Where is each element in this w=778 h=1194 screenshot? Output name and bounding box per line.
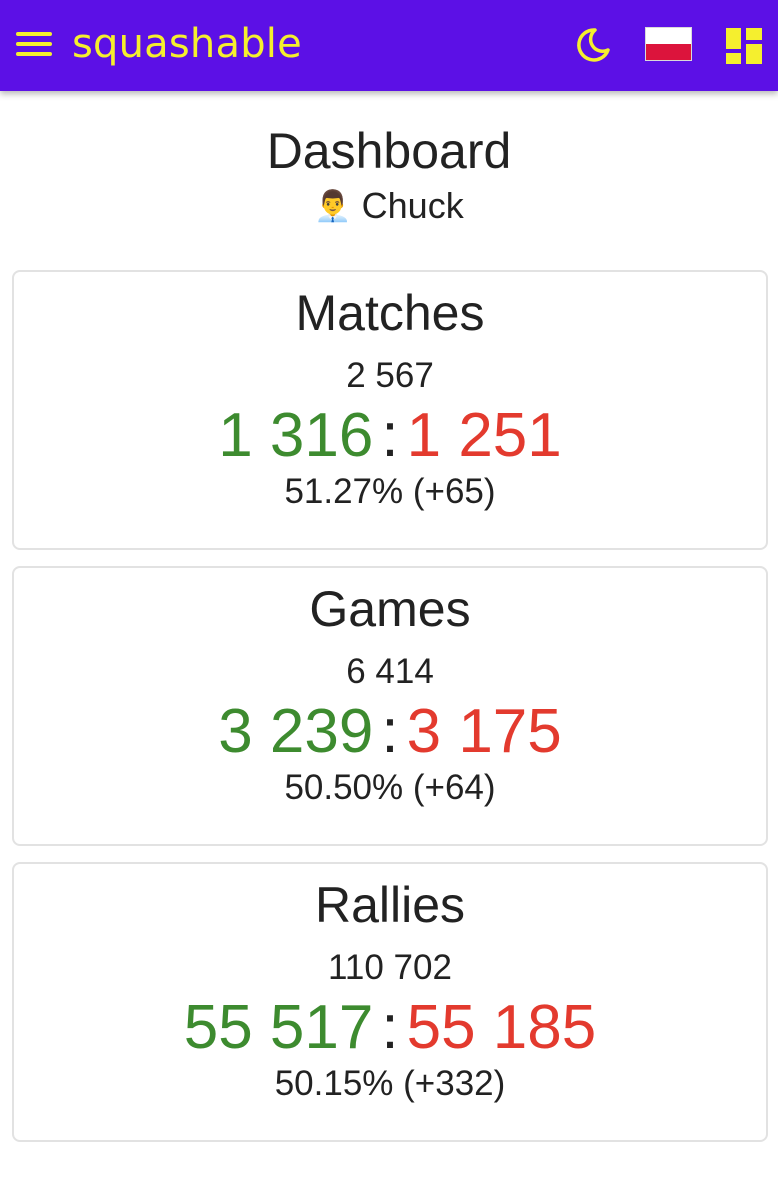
rallies-card: Rallies 110 702 55 517:55 185 50.15% (+3… <box>12 862 768 1142</box>
losses-value: 55 185 <box>406 993 597 1062</box>
games-card: Games 6 414 3 239:3 175 50.50% (+64) <box>12 566 768 846</box>
dashboard-icon[interactable] <box>725 27 763 65</box>
score-separator: : <box>381 993 399 1062</box>
score-separator: : <box>381 401 399 470</box>
card-title: Matches <box>295 285 485 341</box>
card-score: 1 316:1 251 <box>14 400 766 472</box>
dashboard-header: Dashboard 👨‍💼 Chuck <box>0 120 778 229</box>
score-separator: : <box>381 697 399 766</box>
menu-icon[interactable] <box>16 32 52 58</box>
user-name: Chuck <box>361 185 464 226</box>
moon-icon[interactable] <box>573 25 613 65</box>
card-summary: 50.15% (+332) <box>274 1064 506 1103</box>
wins-value: 55 517 <box>183 993 374 1062</box>
losses-value: 1 251 <box>406 401 562 470</box>
wins-value: 3 239 <box>218 697 374 766</box>
matches-card: Matches 2 567 1 316:1 251 51.27% (+65) <box>12 270 768 550</box>
card-total: 2 567 <box>346 356 434 395</box>
wins-value: 1 316 <box>218 401 374 470</box>
card-title: Rallies <box>314 877 466 933</box>
user-avatar-icon: 👨‍💼 <box>314 190 352 223</box>
card-title: Games <box>309 581 471 637</box>
top-app-bar: squashable <box>0 0 778 91</box>
card-total: 110 702 <box>328 948 452 987</box>
app-title[interactable]: squashable <box>72 18 302 70</box>
user-line: 👨‍💼 Chuck <box>0 184 778 229</box>
card-score: 55 517:55 185 <box>14 992 766 1064</box>
card-score: 3 239:3 175 <box>14 696 766 768</box>
card-summary: 50.50% (+64) <box>284 768 496 807</box>
poland-flag-icon[interactable] <box>645 27 692 61</box>
card-summary: 51.27% (+65) <box>284 472 496 511</box>
losses-value: 3 175 <box>406 697 562 766</box>
card-total: 6 414 <box>346 652 434 691</box>
page-title: Dashboard <box>266 123 512 179</box>
